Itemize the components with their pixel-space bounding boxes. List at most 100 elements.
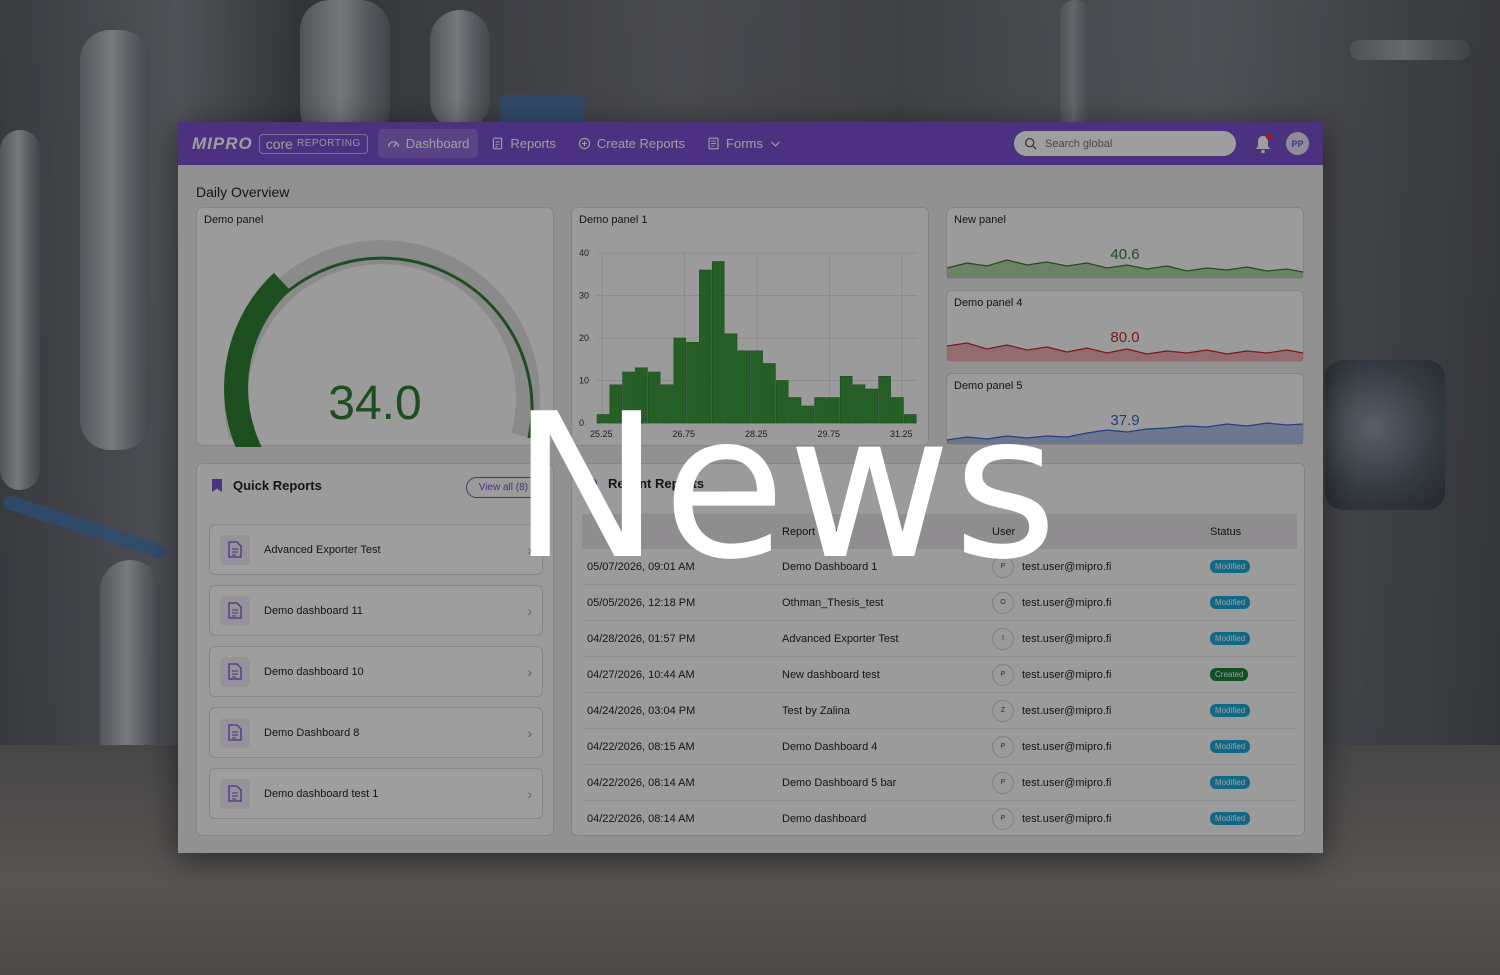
table-row[interactable]: 04/24/2026, 03:04 PM Test by Zalina Ztest.… — [582, 693, 1297, 729]
row-report-name[interactable]: Test by Zalina — [782, 705, 992, 717]
quick-report-item[interactable]: Demo dashboard 11 › — [209, 585, 543, 636]
row-date: 04/27/2026, 10:44 AM — [587, 668, 695, 681]
news-headline: News — [511, 371, 1060, 604]
nav-reports[interactable]: Reports — [482, 129, 565, 158]
row-date: 04/22/2026, 08:14 AM — [587, 812, 695, 825]
status-badge: Modified — [1210, 632, 1251, 645]
quick-report-label: Demo dashboard 11 — [264, 604, 363, 617]
row-report-name[interactable]: New dashboard test — [782, 669, 992, 681]
user-initial-avatar: P — [992, 663, 1014, 686]
gauge-value: 34.0 — [328, 377, 422, 430]
nav-forms[interactable]: Forms — [698, 129, 791, 158]
main-nav: Dashboard Reports Create Reports Forms — [377, 129, 791, 158]
new-panel-value: 40.6 — [1110, 246, 1140, 263]
user-initial-avatar: P — [992, 771, 1014, 794]
document-icon — [220, 656, 250, 687]
user-initial-avatar: P — [992, 735, 1014, 758]
nav-create-reports[interactable]: Create Reports — [569, 129, 694, 158]
product-name: core — [265, 135, 293, 152]
gauge-panel[interactable]: Demo panel 34.0 — [196, 207, 554, 447]
y-tick-label: 40 — [579, 248, 589, 258]
nav-reports-label: Reports — [510, 136, 556, 151]
document-icon — [220, 534, 250, 565]
row-user: test.user@mipro.fi — [1022, 632, 1112, 645]
user-initial-avatar: P — [992, 807, 1014, 830]
plus-circle-icon — [578, 137, 591, 150]
demo-panel-4-sparkline — [947, 342, 1303, 361]
table-row[interactable]: 04/22/2026, 08:14 AM Demo dashboard Ptest.… — [582, 801, 1297, 837]
notification-dot — [1266, 133, 1272, 140]
notifications-button[interactable] — [1254, 133, 1272, 154]
quick-report-item[interactable]: Demo dashboard test 1 › — [209, 768, 543, 819]
user-avatar[interactable]: PP — [1286, 132, 1309, 155]
quick-report-item[interactable]: Advanced Exporter Test › — [209, 524, 543, 575]
new-panel[interactable]: New panel 40.6 — [946, 207, 1304, 279]
row-report-name[interactable]: Demo dashboard — [782, 813, 992, 825]
status-badge: Modified — [1210, 596, 1251, 609]
status-badge: Created — [1210, 668, 1249, 681]
quick-report-item[interactable]: Demo dashboard 10 › — [209, 646, 543, 697]
row-report-name[interactable]: Demo Dashboard 5 bar — [782, 777, 992, 789]
row-user: test.user@mipro.fi — [1022, 776, 1112, 789]
demo-panel-4[interactable]: Demo panel 4 80.0 — [946, 290, 1304, 362]
row-report-name[interactable]: Advanced Exporter Test — [782, 633, 992, 645]
table-row[interactable]: 04/22/2026, 08:14 AM Demo Dashboard 5 bar… — [582, 765, 1297, 801]
chevron-right-icon: › — [527, 785, 532, 802]
quick-report-label: Demo dashboard test 1 — [264, 787, 379, 800]
new-panel-sparkline — [947, 259, 1303, 278]
form-icon — [708, 137, 719, 150]
status-badge: Modified — [1210, 776, 1251, 789]
status-badge: Modified — [1210, 560, 1251, 573]
page-title: Daily Overview — [196, 184, 290, 200]
document-icon — [220, 717, 250, 748]
status-badge: Modified — [1210, 740, 1251, 753]
product-badge: core REPORTING — [258, 133, 368, 154]
user-initial-avatar: Z — [992, 699, 1014, 722]
quick-report-item[interactable]: Demo Dashboard 8 › — [209, 707, 543, 758]
status-badge: Modified — [1210, 812, 1251, 825]
row-date: 04/22/2026, 08:14 AM — [587, 776, 695, 789]
table-row[interactable]: 04/28/2026, 01:57 PM Advanced Exporter Te… — [582, 621, 1297, 657]
nav-create-reports-label: Create Reports — [596, 136, 686, 151]
table-row[interactable]: 04/27/2026, 10:44 AM New dashboard test Pt… — [582, 657, 1297, 693]
quick-report-label: Demo dashboard 10 — [264, 665, 364, 678]
user-initial-avatar: I — [992, 627, 1014, 650]
table-row[interactable]: 04/22/2026, 08:15 AM Demo Dashboard 4 Ptes… — [582, 729, 1297, 765]
row-user: test.user@mipro.fi — [1022, 812, 1112, 825]
quick-report-label: Advanced Exporter Test — [264, 543, 381, 556]
row-date: 04/24/2026, 03:04 PM — [587, 704, 696, 717]
quick-reports-title: Quick Reports — [233, 478, 322, 493]
chevron-right-icon: › — [527, 602, 532, 619]
document-icon — [220, 595, 250, 626]
row-user: test.user@mipro.fi — [1022, 704, 1112, 717]
row-report-name[interactable]: Demo Dashboard 4 — [782, 741, 992, 753]
product-subtitle: REPORTING — [296, 138, 361, 149]
status-badge: Modified — [1210, 704, 1251, 717]
chevron-right-icon: › — [527, 724, 532, 741]
nav-dashboard-label: Dashboard — [405, 136, 470, 151]
y-tick-label: 30 — [579, 291, 589, 301]
nav-dashboard[interactable]: Dashboard — [377, 129, 479, 158]
quick-reports-header: Quick Reports — [211, 478, 322, 493]
bookmark-icon — [212, 479, 222, 492]
mipro-logo[interactable]: MIPRO — [192, 134, 253, 154]
document-icon — [493, 137, 503, 150]
quick-report-label: Demo Dashboard 8 — [264, 726, 360, 739]
row-user: test.user@mipro.fi — [1022, 740, 1112, 753]
quick-reports-panel: Quick Reports View all (8) Advanced Expo… — [196, 463, 554, 836]
row-user: test.user@mipro.fi — [1022, 668, 1112, 681]
chevron-down-icon — [770, 141, 780, 147]
header-status[interactable]: Status — [1210, 526, 1297, 538]
row-date: 04/22/2026, 08:15 AM — [587, 740, 695, 753]
chevron-right-icon: › — [527, 663, 532, 680]
global-search[interactable] — [1014, 131, 1236, 156]
search-icon — [1024, 137, 1037, 150]
top-navigation-bar: MIPRO core REPORTING Dashboard Reports C… — [178, 122, 1323, 165]
demo-panel-4-value: 80.0 — [1110, 329, 1140, 346]
row-date: 04/28/2026, 01:57 PM — [587, 632, 696, 645]
document-icon — [220, 778, 250, 809]
nav-forms-label: Forms — [726, 136, 763, 151]
y-tick-label: 20 — [579, 333, 589, 343]
gauge-icon — [387, 141, 399, 148]
search-input[interactable] — [1043, 136, 1217, 151]
